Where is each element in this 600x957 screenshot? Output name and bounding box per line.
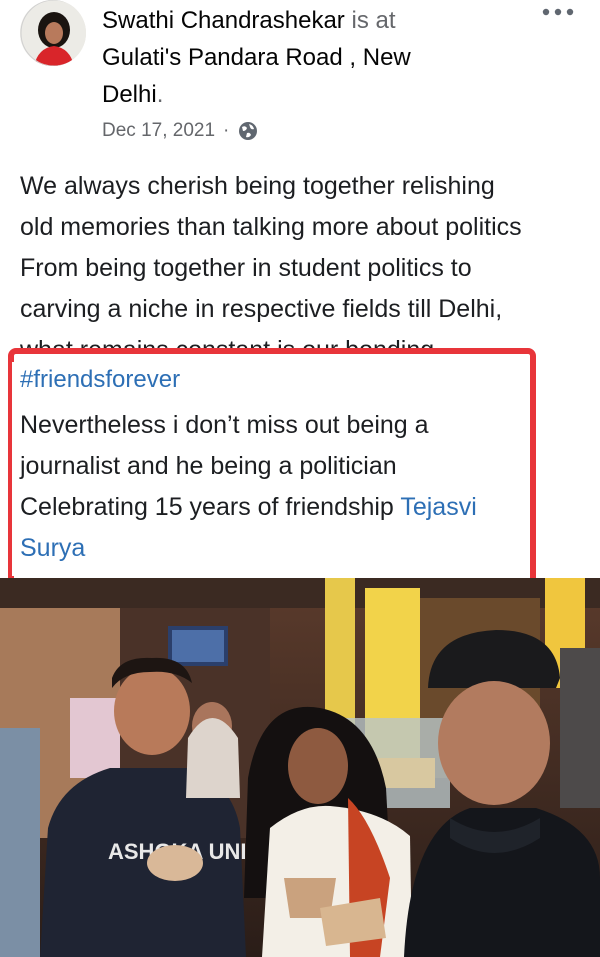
author-name[interactable]: Swathi Chandrashekar: [102, 7, 345, 34]
post-meta: Dec 17, 2021 ·: [102, 120, 259, 142]
post-body-line: what remains constant is our bonding: [20, 336, 434, 348]
post-date[interactable]: Dec 17, 2021: [102, 120, 215, 142]
globe-icon: [239, 122, 258, 140]
post-body-line-clipped: what remains constant is our bonding: [20, 330, 580, 348]
post-body-line: carving a niche in respective fields til…: [20, 295, 503, 323]
location-period: .: [156, 81, 164, 108]
avatar-image: [20, 0, 86, 66]
quote-line-with-mention: Celebrating 15 years of friendship Tejas…: [20, 487, 530, 528]
mention-link[interactable]: Tejasvi: [400, 493, 476, 521]
avatar[interactable]: [20, 0, 86, 66]
post-body: We always cherish being together relishi…: [20, 166, 590, 330]
more-options-icon[interactable]: [540, 4, 576, 20]
post-body-line: From being together in student politics …: [20, 254, 472, 282]
post-photo[interactable]: ASHOKA UNIV: [0, 578, 600, 957]
mention-link-cont[interactable]: Surya: [20, 534, 85, 562]
post-body-line: We always cherish being together relishi…: [20, 172, 495, 200]
meta-separator: ·: [223, 120, 230, 141]
post-body-line: old memories than talking more about pol…: [20, 213, 522, 241]
quote-line: journalist and he being a politician: [20, 452, 397, 480]
hashtag-link[interactable]: #friendsforever: [20, 366, 180, 394]
checkin-connector: is at: [344, 7, 396, 34]
location-name[interactable]: Gulati's Pandara Road , New: [102, 44, 411, 71]
quote-line: Nevertheless i don’t miss out being a: [20, 411, 429, 439]
quote-line: Celebrating 15 years of friendship: [20, 493, 401, 521]
post-author-line: Swathi Chandrashekar is at Gulati's Pand…: [102, 2, 522, 113]
highlighted-text: Nevertheless i don’t miss out being a jo…: [20, 405, 530, 569]
group-selfie-image: ASHOKA UNIV: [0, 578, 600, 957]
post-header: Swathi Chandrashekar is at Gulati's Pand…: [0, 0, 600, 160]
location-name-cont[interactable]: Delhi: [102, 81, 157, 108]
